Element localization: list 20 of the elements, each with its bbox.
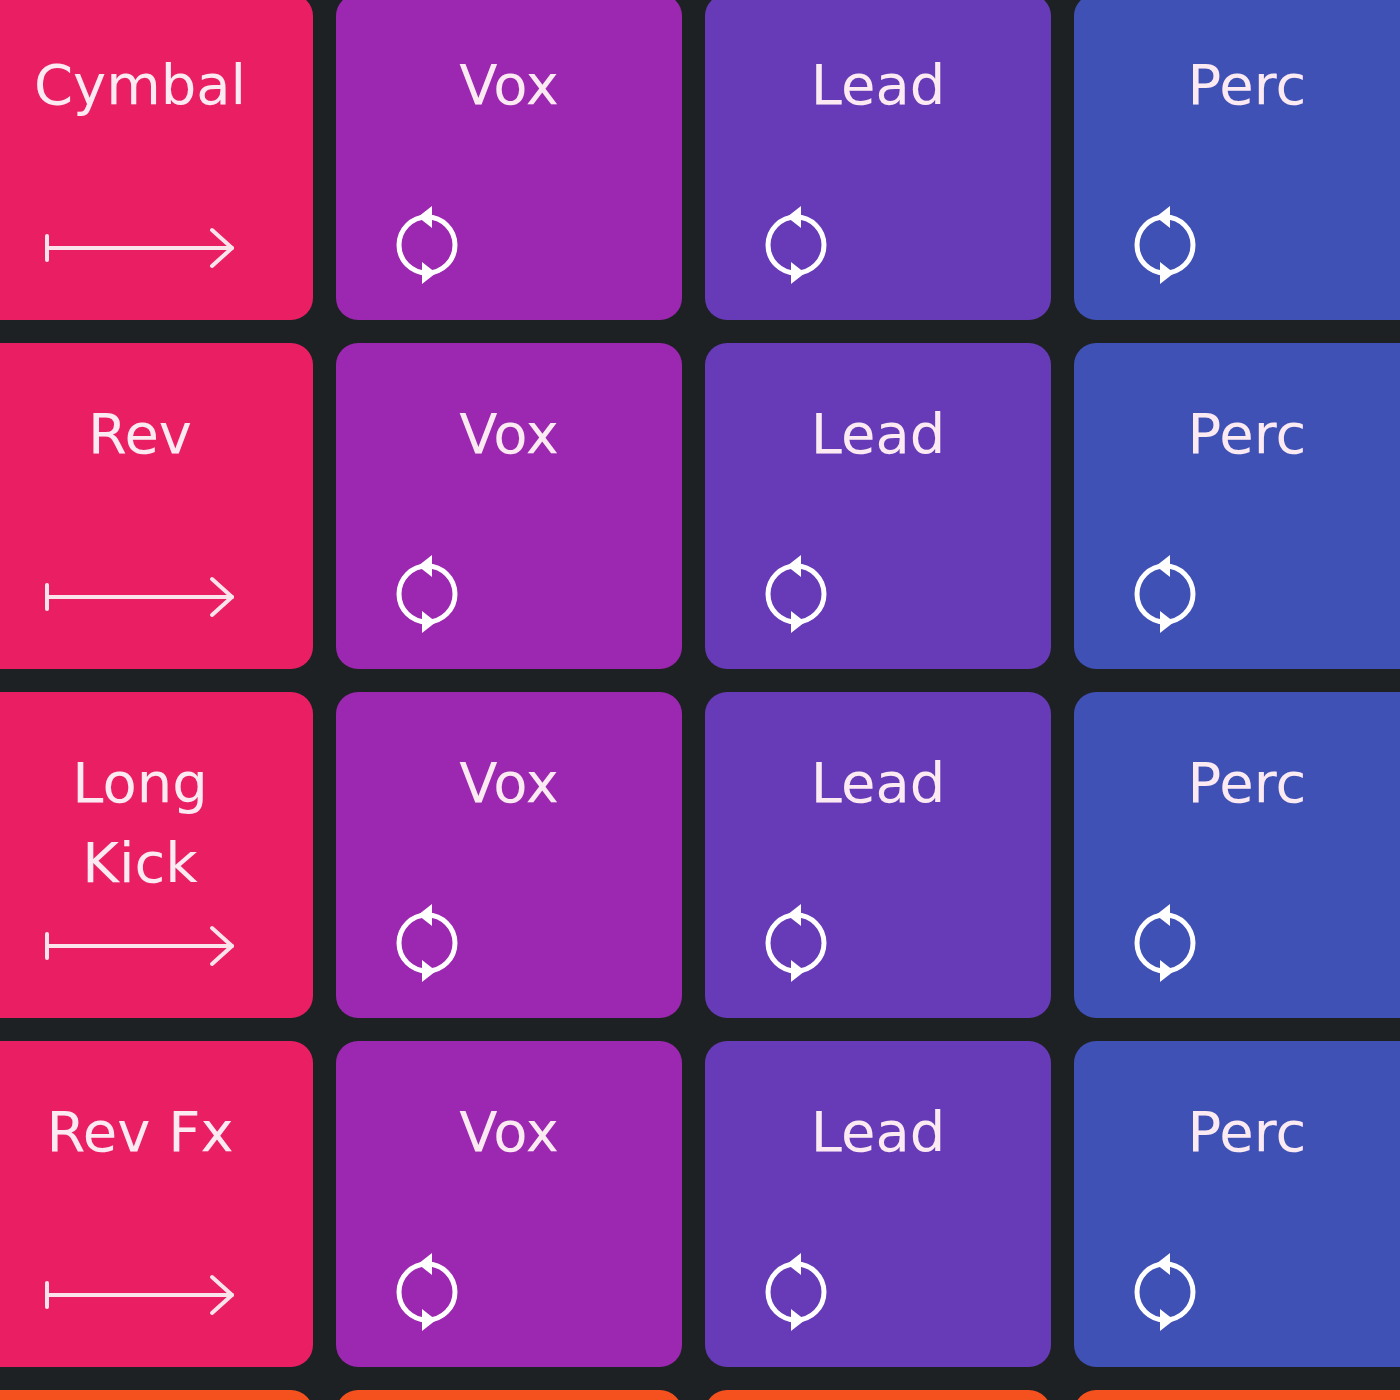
sample-pad[interactable]: Cymbal [0, 0, 313, 320]
sample-pad[interactable]: Rev Fx [0, 1041, 313, 1367]
sample-pad[interactable]: Perc [1074, 1041, 1400, 1367]
sample-pad[interactable]: Long Kick [0, 692, 313, 1018]
sample-pad[interactable]: Vox [336, 1041, 682, 1367]
sample-pad[interactable]: Perc [1074, 0, 1400, 320]
sample-pad[interactable]: Vox [336, 343, 682, 669]
sample-pad[interactable]: Lead [705, 343, 1051, 669]
arrow-icon [44, 575, 236, 619]
sample-pad[interactable]: Perc [1074, 692, 1400, 1018]
sample-pad[interactable]: Rev [0, 343, 313, 669]
sample-pad[interactable]: Lead [705, 692, 1051, 1018]
arrow-icon [44, 1273, 236, 1317]
sample-pad[interactable]: Lead [705, 0, 1051, 320]
arrow-icon [44, 226, 236, 270]
sample-pad[interactable]: Perc [1074, 343, 1400, 669]
sample-pad[interactable]: Lead [705, 1041, 1051, 1367]
arrow-icon [44, 924, 236, 968]
sample-pad[interactable]: Vox [336, 0, 682, 320]
sample-pad[interactable]: Vox [336, 692, 682, 1018]
